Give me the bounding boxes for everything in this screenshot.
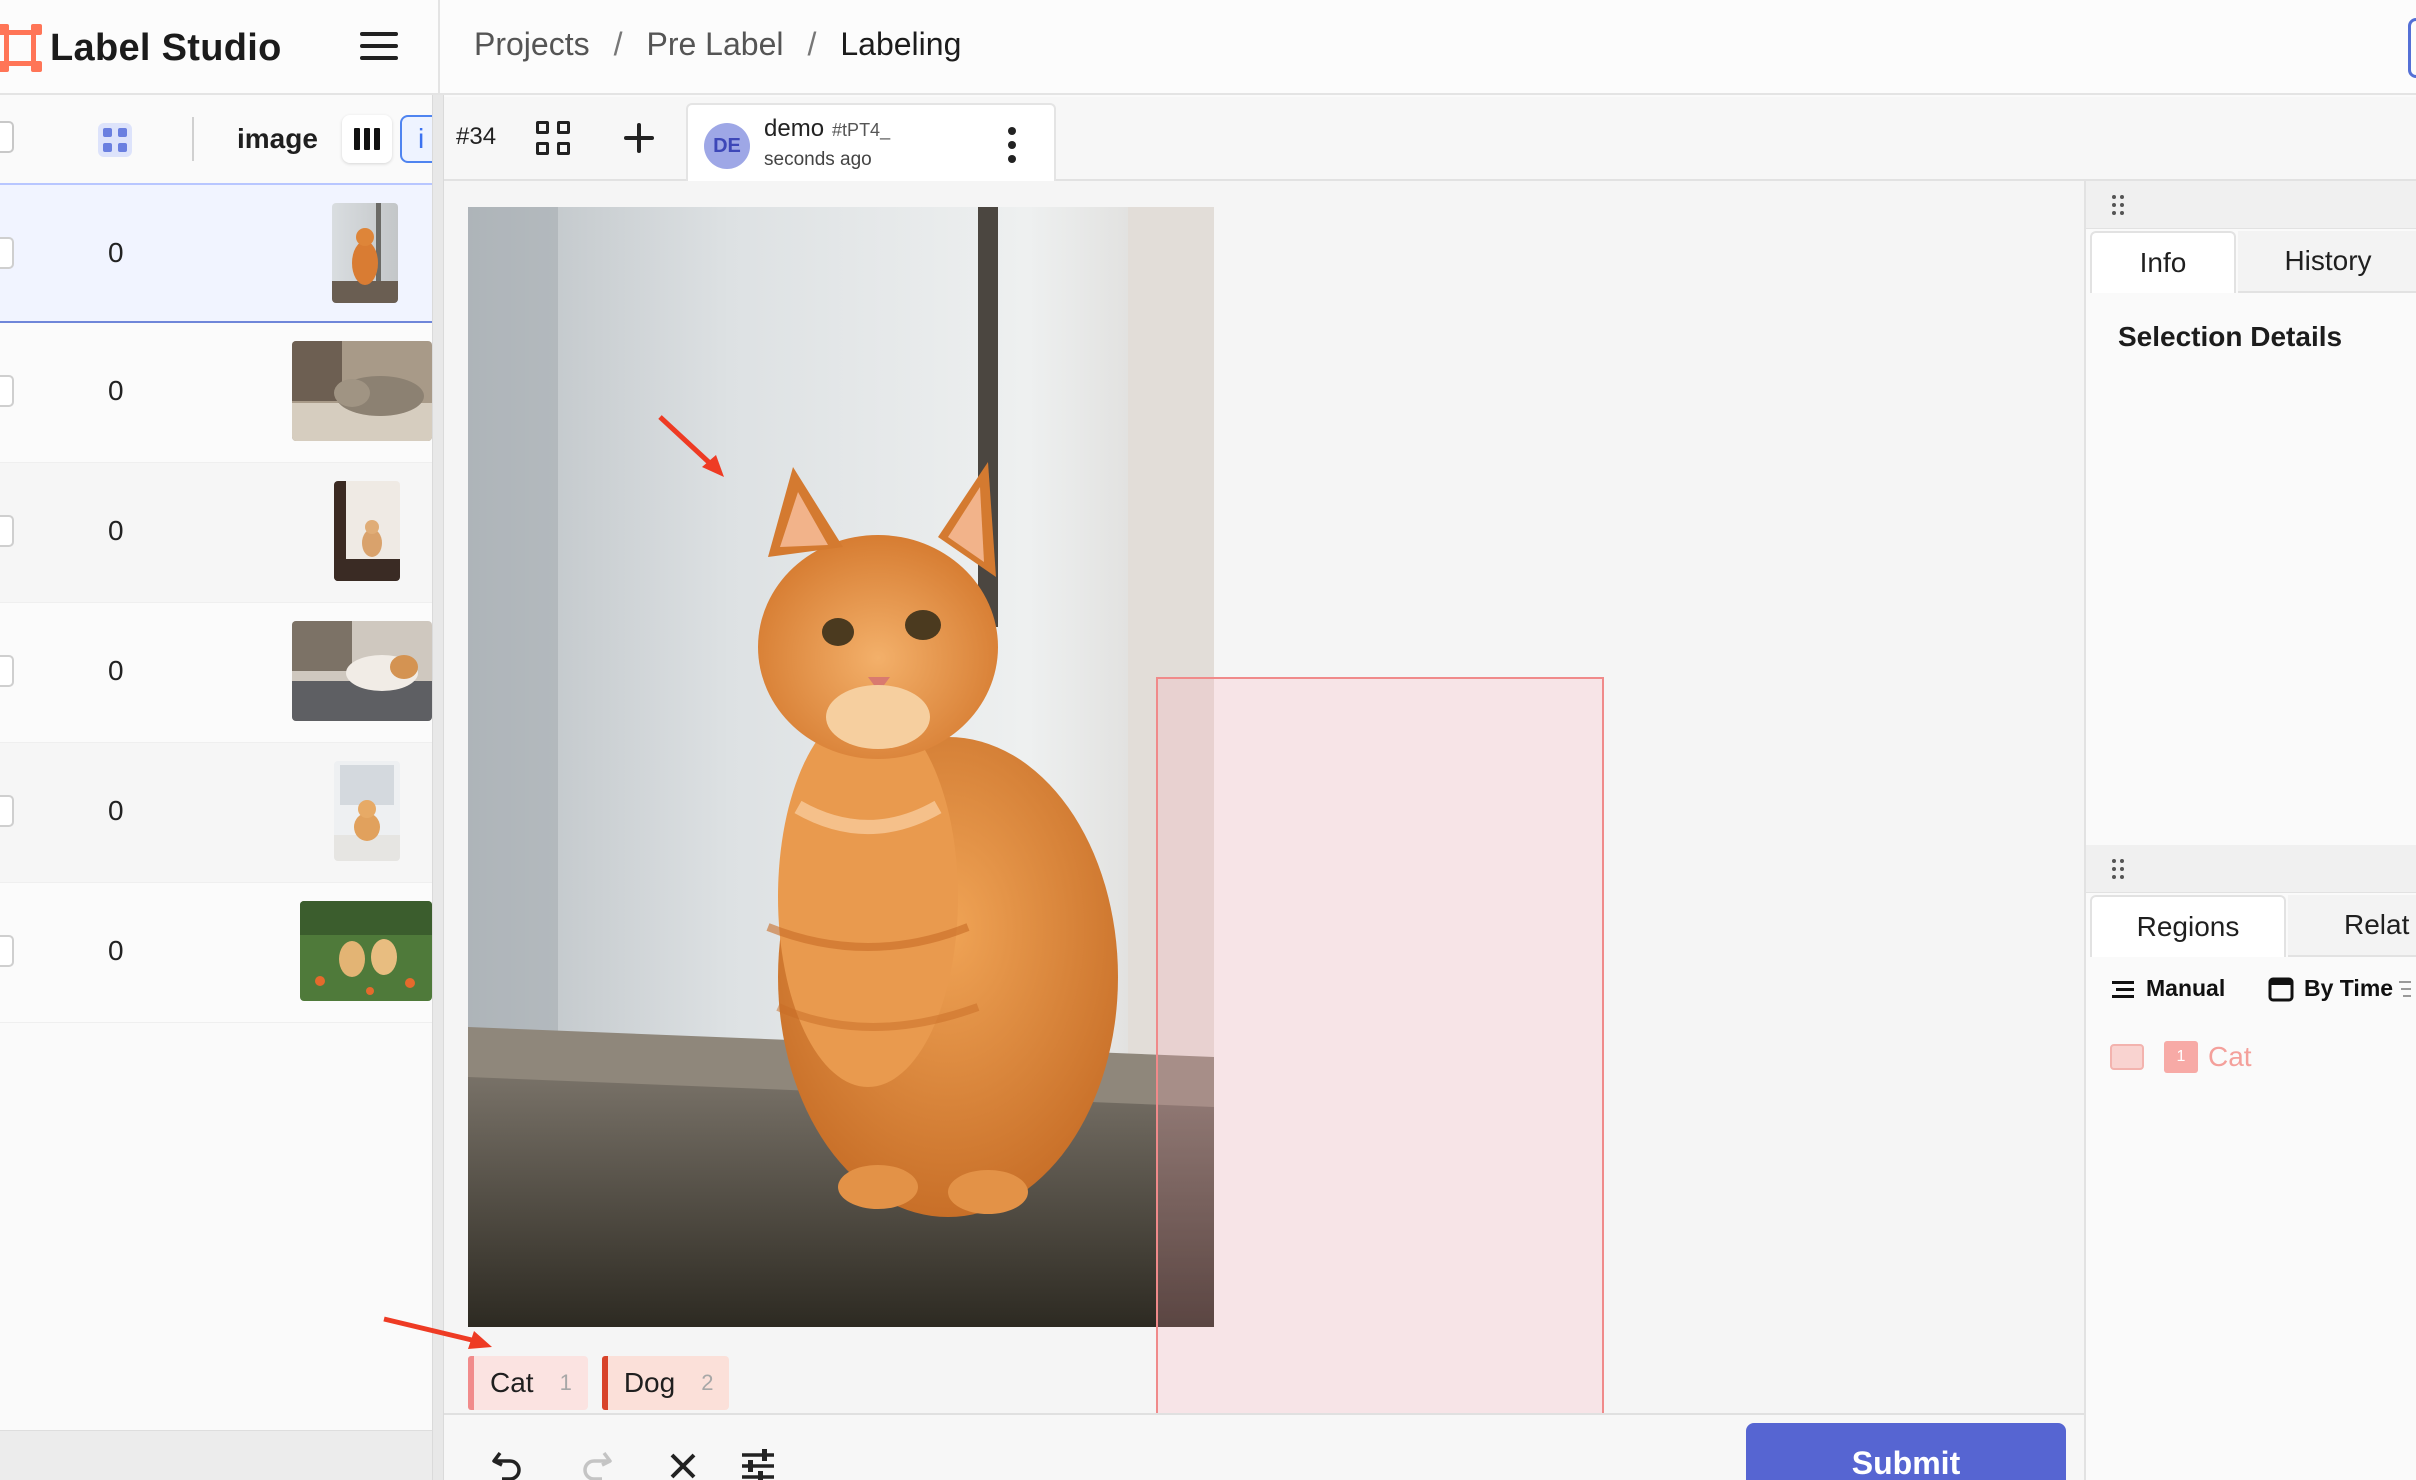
task-row[interactable]: 0 [0,183,432,323]
label-hotkey: 2 [701,1370,714,1395]
annotation-toolbar: #34 DE demo #tPT4_ seconds ago [444,97,2416,183]
selection-details-title: Selection Details [2118,321,2343,352]
task-row[interactable]: 0 [0,463,432,603]
annotation-count: 0 [108,655,124,686]
annotation-count: 0 [108,375,124,406]
tab-history[interactable]: History [2238,231,2416,293]
label-name: Cat [490,1367,534,1398]
column-header-image[interactable]: image [237,123,318,155]
app-name: Label Studio [50,26,282,69]
calendar-icon [2268,977,2294,1001]
sort-direction-icon [2399,980,2412,997]
settings-sliders-icon[interactable] [738,1443,778,1480]
task-row[interactable]: 0 [0,883,432,1023]
drag-handle-icon[interactable] [2112,195,2126,215]
label-cat[interactable]: Cat 1 [468,1356,588,1410]
label-dog[interactable]: Dog 2 [601,1356,730,1410]
label-hotkey: 1 [559,1370,572,1395]
row-checkbox[interactable] [0,515,14,547]
row-checkbox[interactable] [0,795,14,827]
thumbnail-cat-sleeping [292,341,432,441]
reset-close-icon[interactable] [664,1443,704,1480]
annotation-controls: Submit [444,1413,2084,1480]
side-panel: Info History Selection Details Regions R… [2084,181,2416,1480]
sort-by-time[interactable]: By Time [2268,975,2413,1002]
column-view-icon[interactable] [342,115,392,163]
app-header: Label Studio Projects / Pre Label / Labe… [0,0,2416,95]
thumbnail-small-dog [334,481,400,581]
thumbnail-dog-on-bed [292,621,432,721]
label-name: Dog [623,1367,676,1398]
annotation-user: demo [764,115,825,142]
region-index: 1 [2164,1041,2198,1073]
annotation-count: 0 [108,795,124,826]
thumbnail-corgi [334,761,400,861]
annotation-author: demo #tPT4_ [764,115,890,143]
thumbnail-cat-sitting-window [332,203,398,303]
image-canvas[interactable] [383,181,2084,1439]
annotations-column-icon[interactable] [98,123,132,157]
add-annotation-icon[interactable] [622,121,656,155]
redo-icon[interactable] [576,1443,616,1480]
undo-icon[interactable] [488,1443,528,1480]
sort-manual[interactable]: Manual [2112,975,2225,1002]
menu-icon[interactable] [360,30,400,62]
select-all-checkbox[interactable] [0,121,14,153]
info-toggle-button[interactable]: i [400,115,432,163]
region-list-item[interactable]: 1 Cat [2110,1037,2252,1077]
avatar: DE [704,123,750,169]
list-order-icon [2112,980,2134,998]
label-studio-logo-icon [0,24,42,72]
drag-handle-icon[interactable] [2112,859,2126,879]
panel-resize-handle[interactable] [432,95,444,1480]
breadcrumb-current: Labeling [840,26,962,62]
task-image[interactable] [468,207,1214,1327]
bounding-box-region[interactable] [1156,677,1604,1439]
tab-relations[interactable]: Relat [2288,895,2416,957]
task-id: #34 [456,123,497,150]
row-checkbox[interactable] [0,237,14,269]
app-logo[interactable]: Label Studio [0,22,282,74]
breadcrumb-project[interactable]: Pre Label [646,26,783,63]
row-checkbox[interactable] [0,935,14,967]
annotation-count: 0 [108,237,124,268]
tab-info[interactable]: Info [2090,231,2236,293]
arrow-annotation-icon [383,1316,492,1349]
row-checkbox[interactable] [0,375,14,407]
task-row[interactable]: 0 [0,743,432,883]
breadcrumb: Projects / Pre Label / Labeling [474,26,962,63]
arrow-annotation-icon [658,415,724,477]
breadcrumb-projects[interactable]: Projects [474,26,590,63]
region-label: Cat [2208,1041,2252,1072]
submit-button[interactable]: Submit [1746,1423,2066,1480]
task-row[interactable]: 0 [0,603,432,743]
task-row[interactable]: 0 [0,323,432,463]
annotations-grid-icon[interactable] [536,121,570,155]
annotation-tab[interactable]: DE demo #tPT4_ seconds ago [686,103,1056,183]
data-manager-footer [0,1430,432,1480]
tab-regions[interactable]: Regions [2090,895,2286,957]
annotation-id: #tPT4_ [832,120,891,140]
data-manager-header: image i [0,95,432,183]
row-checkbox[interactable] [0,655,14,687]
more-vertical-icon[interactable] [1000,123,1024,167]
annotation-count: 0 [108,515,124,546]
task-list: 0 0 0 0 0 0 [0,183,432,1023]
data-manager-panel: image i 0 0 0 0 0 0 [0,95,432,1480]
regions-panel-header[interactable] [2086,845,2416,893]
rectangle-region-icon [2110,1044,2144,1070]
label-selector: Cat 1 Dog 2 [468,1356,730,1410]
info-panel-header[interactable] [2086,181,2416,229]
thumbnail-two-puppies [300,901,432,1001]
account-button[interactable] [2408,18,2416,78]
annotation-time: seconds ago [764,149,872,170]
annotation-count: 0 [108,935,124,966]
header-divider [438,0,440,95]
